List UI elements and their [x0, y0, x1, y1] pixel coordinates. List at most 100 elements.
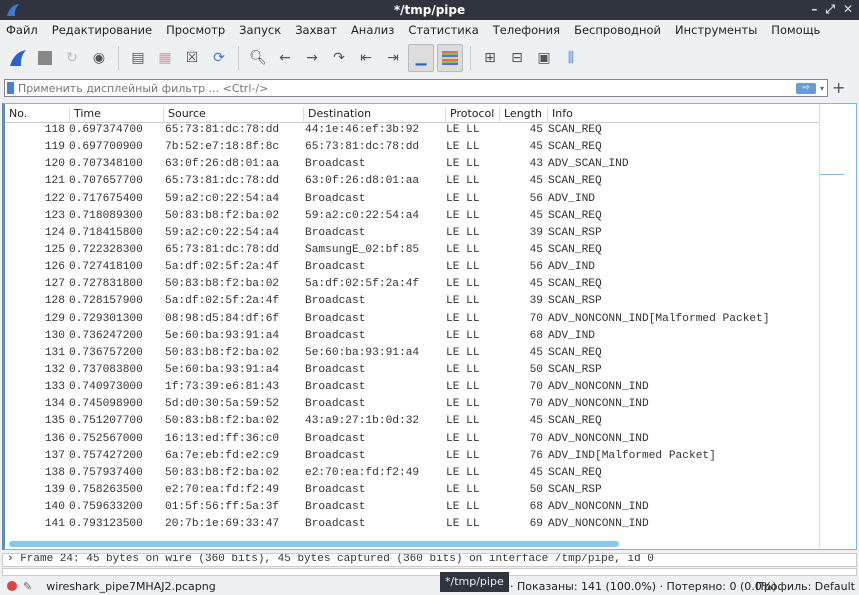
column-no[interactable]: No.	[5, 107, 27, 123]
go-to-packet-icon[interactable]: ↷	[327, 46, 351, 70]
go-back-icon[interactable]: ←	[273, 46, 297, 70]
column-time[interactable]: Time	[69, 107, 165, 123]
horizontal-scrollbar[interactable]	[9, 541, 619, 547]
edit-comment-icon[interactable]: ✎	[23, 580, 32, 593]
menu-edit[interactable]: Редактирование	[52, 23, 152, 37]
table-row[interactable]: 131 0.736757200 50:83:b8:f2:ba:02 5e:60:ba:…	[5, 346, 819, 363]
table-row[interactable]: 129 0.729301300 08:98:d5:84:df:6f Broadcast…	[5, 312, 819, 329]
save-file-icon[interactable]: ▦	[153, 46, 177, 70]
column-info[interactable]: Info	[547, 107, 573, 123]
open-file-icon[interactable]: ▤	[126, 46, 150, 70]
last-packet-icon[interactable]: ⇥	[381, 46, 405, 70]
menu-statistics[interactable]: Статистика	[408, 23, 478, 37]
normal-size-icon[interactable]: ▣	[532, 46, 556, 70]
packet-bytes-pane[interactable]	[2, 568, 857, 576]
table-row[interactable]: 139 0.758263500 e2:70:ea:fd:f2:49 Broadcast…	[5, 483, 819, 500]
find-packet-icon[interactable]: 🔍︎	[246, 46, 270, 70]
autoscroll-icon[interactable]: ▁	[408, 44, 434, 72]
packet-destination: 44:1e:46:ef:3b:92	[305, 124, 420, 136]
maximize-button[interactable]: ⤢	[825, 2, 835, 17]
packet-no: 122	[44, 192, 65, 205]
packet-time: 0.707657700	[69, 175, 143, 188]
bookmark-icon[interactable]	[7, 82, 14, 94]
apply-filter-button[interactable]: ⇨	[795, 82, 816, 94]
column-source[interactable]: Source	[163, 107, 303, 123]
packet-destination: Broadcast	[305, 398, 366, 411]
table-row[interactable]: 127 0.727831800 50:83:b8:f2:ba:02 5a:df:02:…	[5, 277, 819, 294]
packet-protocol: LE LL	[446, 141, 480, 154]
table-row[interactable]: 138 0.757937400 50:83:b8:f2:ba:02 e2:70:ea:…	[5, 466, 819, 483]
packet-info: SCAN_REQ	[548, 124, 602, 136]
table-row[interactable]: 128 0.728157900 5a:df:02:5f:2a:4f Broadcast…	[5, 294, 819, 311]
table-row[interactable]: 133 0.740973000 1f:73:39:e6:81:43 Broadcast…	[5, 380, 819, 397]
close-file-icon[interactable]: ☒	[180, 46, 204, 70]
first-packet-icon[interactable]: ⇤	[354, 46, 378, 70]
menu-analyze[interactable]: Анализ	[351, 23, 394, 37]
table-row[interactable]: 122 0.717675400 59:a2:c0:22:54:a4 Broadcast…	[5, 192, 819, 209]
table-row[interactable]: 141 0.793123500 20:7b:1e:69:33:47 Broadcast…	[5, 517, 819, 534]
packet-no: 138	[44, 466, 65, 479]
table-row[interactable]: 132 0.737083800 5e:60:ba:93:91:a4 Broadcast…	[5, 363, 819, 380]
menu-file[interactable]: Файл	[6, 23, 38, 37]
packet-list[interactable]: No. Time Source Destination Protocol Len…	[2, 103, 857, 550]
packet-length: 45	[529, 124, 543, 136]
reload-file-icon[interactable]: ⟳	[207, 46, 231, 70]
start-capture-icon[interactable]	[6, 46, 30, 70]
table-row[interactable]: 134 0.745098900 5d:d0:30:5a:59:52 Broadcast…	[5, 397, 819, 414]
profile-selector[interactable]: Профиль: Default	[756, 580, 855, 593]
vertical-scrollbar[interactable]	[819, 104, 844, 549]
packet-destination: Broadcast	[305, 518, 366, 531]
menu-help[interactable]: Помощь	[771, 23, 820, 37]
table-row[interactable]: 120 0.707348100 63:0f:26:d8:01:aa Broadcast…	[5, 157, 819, 174]
restart-capture-icon[interactable]: ↻	[60, 46, 84, 70]
packet-source: 16:13:ed:ff:36:c0	[165, 432, 280, 445]
go-forward-icon[interactable]: →	[300, 46, 324, 70]
scrollbar-thumb[interactable]	[820, 174, 844, 534]
packet-time: 0.717675400	[69, 192, 143, 205]
column-length[interactable]: Length	[499, 107, 547, 123]
table-row[interactable]: 121 0.707657700 65:73:81:dc:78:dd 63:0f:26:…	[5, 174, 819, 191]
table-row[interactable]: 140 0.759633200 01:5f:56:ff:5a:3f Broadcast…	[5, 500, 819, 517]
table-row[interactable]: 136 0.752567000 16:13:ed:ff:36:c0 Broadcast…	[5, 432, 819, 449]
table-row[interactable]: 137 0.757427200 6a:7e:eb:fd:e2:c9 Broadcast…	[5, 449, 819, 466]
table-row[interactable]: 130 0.736247200 5e:60:ba:93:91:a4 Broadcast…	[5, 329, 819, 346]
packet-length: 70	[529, 381, 543, 394]
packet-destination: e2:70:ea:fd:f2:49	[305, 466, 420, 479]
packet-length: 45	[529, 175, 543, 188]
filter-history-dropdown[interactable]: ▾	[820, 84, 824, 93]
title-bar: */tmp/pipe – ⤢ ✕	[0, 0, 859, 20]
table-row[interactable]: 126 0.727418100 5a:df:02:5f:2a:4f Broadcast…	[5, 260, 819, 277]
minimize-button[interactable]: –	[811, 2, 817, 17]
packet-details-pane[interactable]: › Frame 24: 45 bytes on wire (360 bits),…	[2, 553, 857, 567]
packet-stats: · Показаны: 141 (100.0%) · Потеряно: 0 (…	[510, 579, 777, 593]
frame-summary[interactable]: › Frame 24: 45 bytes on wire (360 bits),…	[7, 554, 654, 565]
add-filter-button[interactable]: +	[832, 78, 845, 97]
menu-capture[interactable]: Захват	[295, 23, 337, 37]
column-protocol[interactable]: Protocol	[445, 107, 499, 123]
packet-length: 45	[529, 243, 543, 256]
colorize-icon[interactable]	[437, 44, 463, 72]
column-destination[interactable]: Destination	[303, 107, 445, 123]
table-row[interactable]: 118 0.697374700 65:73:81:dc:78:dd 44:1e:46:…	[5, 123, 819, 140]
expert-info-icon[interactable]	[7, 581, 17, 591]
close-button[interactable]: ✕	[843, 2, 853, 17]
table-row[interactable]: 123 0.718089300 50:83:b8:f2:ba:02 59:a2:c0:…	[5, 209, 819, 226]
stop-capture-icon[interactable]	[33, 46, 57, 70]
menu-telephony[interactable]: Телефония	[493, 23, 560, 37]
table-row[interactable]: 119 0.697700900 7b:52:e7:18:8f:8c 65:73:81:…	[5, 140, 819, 157]
capture-options-icon[interactable]: ◉	[87, 46, 111, 70]
packet-no: 135	[44, 415, 65, 428]
zoom-out-icon[interactable]: ⊟	[505, 46, 529, 70]
table-row[interactable]: 125 0.722328300 65:73:81:dc:78:dd SamsungE_…	[5, 243, 819, 260]
menu-go[interactable]: Запуск	[239, 23, 281, 37]
menu-wireless[interactable]: Беспроводной	[574, 23, 661, 37]
resize-columns-icon[interactable]: ⫼	[559, 46, 583, 70]
menu-tools[interactable]: Инструменты	[675, 23, 757, 37]
packet-no: 133	[44, 381, 65, 394]
table-row[interactable]: 135 0.751207700 50:83:b8:f2:ba:02 43:a9:27:…	[5, 414, 819, 431]
menu-view[interactable]: Просмотр	[166, 23, 225, 37]
display-filter-input[interactable]	[18, 81, 796, 95]
zoom-in-icon[interactable]: ⊞	[478, 46, 502, 70]
packet-time: 0.737083800	[69, 363, 143, 376]
table-row[interactable]: 124 0.718415800 59:a2:c0:22:54:a4 Broadcast…	[5, 226, 819, 243]
